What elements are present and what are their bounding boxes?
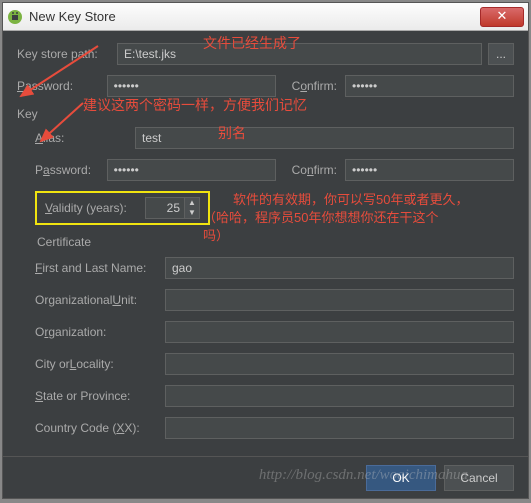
- alias-label: Alias:: [35, 131, 135, 145]
- certificate-label: Certificate: [37, 235, 514, 249]
- validity-highlight: Validity (years): ▲▼: [35, 191, 210, 225]
- org-input[interactable]: [165, 321, 514, 343]
- first-last-label: First and Last Name:: [35, 261, 165, 275]
- cancel-button[interactable]: Cancel: [444, 465, 514, 491]
- country-label: Country Code (XX):: [35, 421, 165, 435]
- spinner-down-icon[interactable]: ▼: [185, 208, 199, 218]
- city-input[interactable]: [165, 353, 514, 375]
- key-confirm-label: Confirm:: [292, 163, 337, 177]
- validity-input[interactable]: [145, 197, 185, 219]
- keystore-confirm-input[interactable]: [345, 75, 514, 97]
- keystore-path-input[interactable]: [117, 43, 482, 65]
- close-button[interactable]: ✕: [480, 7, 524, 27]
- dialog-content: Key store path: ... Password: Confirm: K…: [3, 31, 528, 456]
- state-label: State or Province:: [35, 389, 165, 403]
- keystore-password-input[interactable]: [107, 75, 276, 97]
- city-label: City or Locality:: [35, 357, 165, 371]
- validity-spinner[interactable]: ▲▼: [145, 197, 200, 219]
- state-input[interactable]: [165, 385, 514, 407]
- key-section-label: Key: [17, 107, 514, 121]
- alias-input[interactable]: [135, 127, 514, 149]
- country-input[interactable]: [165, 417, 514, 439]
- browse-button[interactable]: ...: [488, 43, 514, 65]
- spinner-up-icon[interactable]: ▲: [185, 198, 199, 208]
- app-icon: [7, 9, 23, 25]
- dialog-window: New Key Store ✕ Key store path: ... Pass…: [2, 2, 529, 499]
- key-password-label: Password:: [35, 163, 107, 177]
- keystore-path-label: Key store path:: [17, 47, 117, 61]
- button-bar: OK Cancel: [3, 456, 528, 498]
- org-unit-input[interactable]: [165, 289, 514, 311]
- first-last-input[interactable]: [165, 257, 514, 279]
- window-title: New Key Store: [29, 9, 480, 24]
- keystore-confirm-label: Confirm:: [292, 79, 337, 93]
- validity-label: Validity (years):: [45, 201, 145, 215]
- titlebar[interactable]: New Key Store ✕: [3, 3, 528, 31]
- org-unit-label: Organizational Unit:: [35, 293, 165, 307]
- keystore-password-label: Password:: [17, 79, 107, 93]
- org-label: Organization:: [35, 325, 165, 339]
- ok-button[interactable]: OK: [366, 465, 436, 491]
- key-password-input[interactable]: [107, 159, 276, 181]
- key-confirm-input[interactable]: [345, 159, 514, 181]
